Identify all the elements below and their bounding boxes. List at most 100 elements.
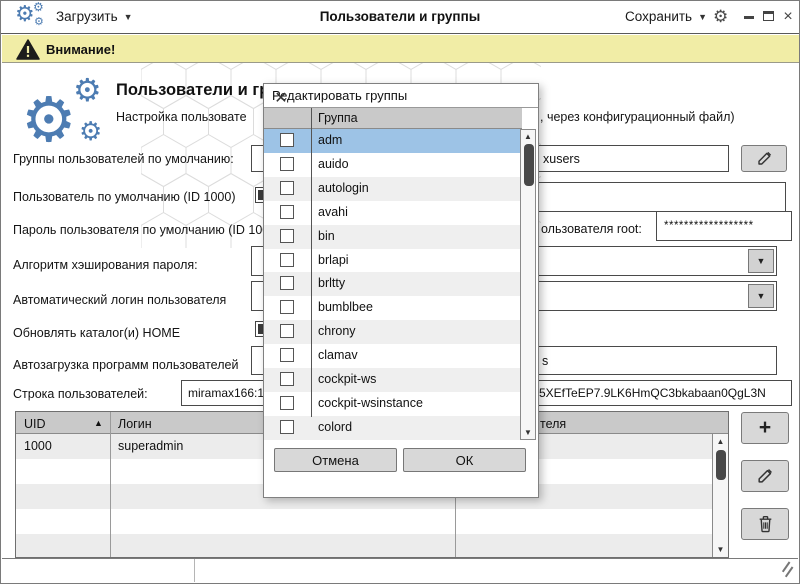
ok-button[interactable]: ОК — [403, 448, 526, 472]
group-list: adm auido autologin avahi bin brlapi brltty bum… — [264, 129, 522, 440]
group-row[interactable]: cockpit-ws — [264, 368, 522, 392]
table-row[interactable] — [16, 509, 714, 534]
scroll-up-icon[interactable]: ▲ — [521, 132, 535, 141]
group-row[interactable]: auido — [264, 153, 522, 177]
hash-algorithm-label: Алгоритм хэширования пароля: — [13, 258, 198, 272]
default-password-label: Пароль пользователя по умолчанию (ID 100… — [13, 223, 280, 237]
group-checkbox[interactable] — [280, 205, 294, 219]
group-checkbox[interactable] — [280, 324, 294, 338]
group-checkbox[interactable] — [280, 133, 294, 147]
group-row[interactable]: brltty — [264, 272, 522, 296]
resize-grip-icon[interactable] — [776, 563, 792, 577]
group-label: colord — [318, 420, 352, 434]
default-user-label: Пользователь по умолчанию (ID 1000) — [13, 190, 236, 204]
delete-user-button[interactable] — [741, 508, 789, 540]
edit-user-button[interactable] — [741, 460, 789, 492]
settings-gear-icon[interactable]: ⚙ — [713, 7, 728, 27]
group-label: chrony — [318, 324, 356, 338]
group-row[interactable]: avahi — [264, 201, 522, 225]
add-user-button[interactable]: + — [741, 412, 789, 444]
page-subtitle-left: Настройка пользовате — [116, 110, 247, 124]
chevron-down-icon: ▼ — [698, 12, 707, 22]
plus-icon: + — [759, 416, 771, 440]
users-table-scrollbar[interactable]: ▲ ▼ — [712, 434, 728, 557]
scroll-up-icon[interactable]: ▲ — [713, 437, 728, 446]
table-header-login[interactable]: Логин — [118, 417, 152, 431]
maximize-button[interactable] — [760, 9, 776, 25]
dialog-scrollbar[interactable]: ▲ ▼ — [520, 129, 536, 440]
scroll-down-icon[interactable]: ▼ — [521, 428, 535, 437]
scroll-thumb[interactable] — [524, 144, 534, 186]
users-string-right: 5XEfTeEP7.9LK6HmQC3bkabaan0QgL3N — [539, 386, 766, 400]
users-string-left: miramax166:10 — [188, 386, 271, 400]
cell-uid: 1000 — [24, 439, 52, 453]
root-password-value: ****************** — [664, 220, 754, 232]
group-checkbox[interactable] — [280, 420, 294, 434]
page-subtitle-right: , через конфигурационный файл) — [540, 110, 735, 124]
group-label: brltty — [318, 276, 345, 290]
trash-icon — [757, 515, 774, 533]
scroll-down-icon[interactable]: ▼ — [713, 545, 728, 554]
status-bar — [2, 558, 798, 582]
pencil-icon — [756, 467, 774, 485]
root-password-input[interactable]: ****************** — [656, 211, 792, 241]
group-checkbox[interactable] — [280, 229, 294, 243]
edit-groups-dialog: Редактировать группы ✕ Группа admauidoau… — [263, 83, 539, 498]
warning-text: Внимание! — [46, 42, 115, 57]
update-home-label: Обновлять каталог(и) HOME — [13, 326, 180, 340]
cell-login: superadmin — [118, 439, 183, 453]
default-groups-value: xusers — [543, 152, 580, 166]
group-row[interactable]: brlapi — [264, 249, 522, 273]
autostart-value: s — [542, 354, 548, 368]
group-checkbox[interactable] — [280, 348, 294, 362]
dialog-close-button[interactable]: ✕ — [272, 88, 290, 108]
app-window: ⚙ ⚙ ⚙ Загрузить▼ Пользователи и группы С… — [0, 0, 800, 584]
save-menu-label: Сохранить — [625, 9, 692, 24]
group-column-header[interactable]: Группа — [318, 111, 358, 125]
pencil-icon — [756, 150, 773, 167]
group-label: adm — [318, 133, 342, 147]
group-row[interactable]: bin — [264, 225, 522, 249]
group-checkbox[interactable] — [280, 276, 294, 290]
group-label: avahi — [318, 205, 348, 219]
warning-icon — [16, 39, 40, 60]
root-password-label: ользователя root: — [541, 222, 642, 236]
autologin-label: Автоматический логин пользователя — [13, 293, 226, 307]
group-row[interactable]: colord — [264, 416, 522, 440]
group-label: cockpit-ws — [318, 372, 376, 386]
chevron-down-icon[interactable]: ▼ — [748, 249, 774, 273]
group-checkbox[interactable] — [280, 253, 294, 267]
group-label: bin — [318, 229, 335, 243]
group-row[interactable]: adm — [264, 129, 522, 153]
group-label: autologin — [318, 181, 369, 195]
table-header-username[interactable]: теля — [540, 417, 566, 431]
table-header-uid[interactable]: UID — [24, 417, 46, 431]
table-row[interactable] — [16, 534, 714, 557]
group-checkbox[interactable] — [280, 396, 294, 410]
group-checkbox[interactable] — [280, 372, 294, 386]
autostart-label: Автозагрузка программ пользователей — [13, 358, 238, 372]
group-label: auido — [318, 157, 349, 171]
minimize-button[interactable] — [741, 9, 757, 25]
group-checkbox[interactable] — [280, 181, 294, 195]
chevron-down-icon[interactable]: ▼ — [748, 284, 774, 308]
close-button[interactable]: × — [780, 9, 796, 25]
status-divider — [194, 559, 195, 582]
save-menu-button[interactable]: Сохранить ▼ — [625, 9, 707, 24]
group-label: clamav — [318, 348, 358, 362]
group-checkbox[interactable] — [280, 157, 294, 171]
group-row[interactable]: bumblbee — [264, 296, 522, 320]
warning-banner: Внимание! — [2, 35, 800, 63]
group-label: bumblbee — [318, 300, 373, 314]
edit-groups-button[interactable] — [741, 145, 787, 172]
group-row[interactable]: clamav — [264, 344, 522, 368]
sort-ascending-icon: ▲ — [94, 418, 103, 428]
group-row[interactable]: autologin — [264, 177, 522, 201]
scroll-thumb[interactable] — [716, 450, 726, 480]
group-checkbox[interactable] — [280, 300, 294, 314]
group-row[interactable]: cockpit-wsinstance — [264, 392, 522, 416]
group-row[interactable]: chrony — [264, 320, 522, 344]
default-groups-label: Группы пользователей по умолчанию: — [13, 152, 234, 166]
users-string-label: Строка пользователей: — [13, 387, 148, 401]
cancel-button[interactable]: Отмена — [274, 448, 397, 472]
